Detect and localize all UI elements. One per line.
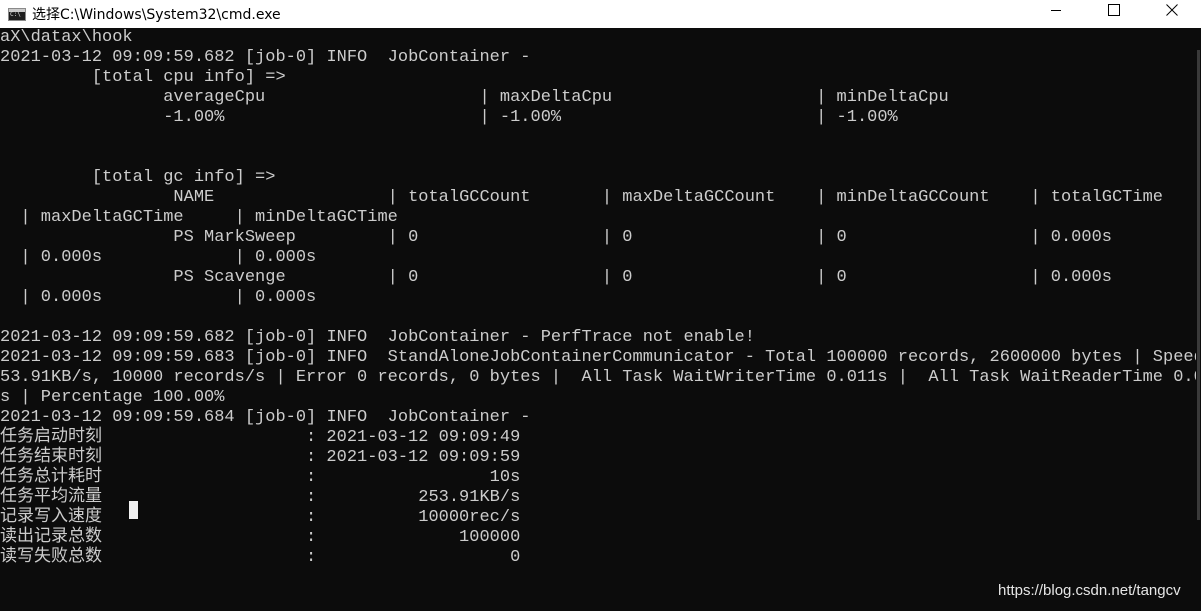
console-line: | maxDeltaGCTime | minDeltaGCTime <box>0 208 398 227</box>
close-button[interactable] <box>1143 0 1201 20</box>
minimize-button[interactable] <box>1027 0 1085 20</box>
console-line: 2021-03-12 09:09:59.682 [job-0] INFO Job… <box>0 328 755 347</box>
console-line: 任务启动时刻 : 2021-03-12 09:09:49 <box>0 428 521 447</box>
console-line: PS MarkSweep | 0 | 0 | 0 | 0.000s <box>0 228 1112 247</box>
console-line: -1.00% | -1.00% | -1.00% <box>0 108 898 127</box>
vertical-scrollbar[interactable] <box>1196 28 1201 611</box>
console-line: 2021-03-12 09:09:59.683 [job-0] INFO Sta… <box>0 348 1201 367</box>
console-line: 2021-03-12 09:09:59.682 [job-0] INFO Job… <box>0 48 531 67</box>
maximize-button[interactable] <box>1085 0 1143 20</box>
title-bar[interactable]: 选择C:\Windows\System32\cmd.exe <box>0 0 1201 28</box>
minimize-icon <box>1051 10 1061 11</box>
console-line: 读写失败总数 : 0 <box>0 548 521 567</box>
console-line: s | Percentage 100.00% <box>0 388 225 407</box>
caption-buttons <box>1027 0 1201 28</box>
console-line: averageCpu | maxDeltaCpu | minDeltaCpu <box>0 88 949 107</box>
console-line: 任务平均流量 : 253.91KB/s <box>0 488 521 507</box>
console-line: 53.91KB/s, 10000 records/s | Error 0 rec… <box>0 368 1201 387</box>
maximize-icon <box>1108 4 1120 16</box>
console-line: 任务总计耗时 : 10s <box>0 468 521 487</box>
console-line: PS Scavenge | 0 | 0 | 0 | 0.000s <box>0 268 1112 287</box>
cmd-app-icon[interactable] <box>8 7 26 21</box>
cmd-window: 选择C:\Windows\System32\cmd.exe aX\datax\h… <box>0 0 1201 611</box>
window-title: 选择C:\Windows\System32\cmd.exe <box>32 7 281 23</box>
console-line: [total gc info] => <box>0 168 276 187</box>
console-line: [total cpu info] => <box>0 68 286 87</box>
console-line: 2021-03-12 09:09:59.684 [job-0] INFO Job… <box>0 408 531 427</box>
text-cursor <box>129 501 138 519</box>
console-line: 记录写入速度 : 10000rec/s <box>0 508 521 527</box>
watermark: https://blog.csdn.net/tangcv <box>998 582 1181 599</box>
close-icon <box>1166 4 1178 16</box>
console-output[interactable]: aX\datax\hook 2021-03-12 09:09:59.682 [jo… <box>0 28 1201 611</box>
scrollbar-thumb[interactable] <box>1197 50 1200 520</box>
console-line: 任务结束时刻 : 2021-03-12 09:09:59 <box>0 448 521 467</box>
console-line: NAME | totalGCCount | maxDeltaGCCount | … <box>0 188 1163 207</box>
console-line: | 0.000s | 0.000s <box>0 288 317 307</box>
console-line: | 0.000s | 0.000s <box>0 248 317 267</box>
console-line: aX\datax\hook <box>0 28 133 47</box>
console-line: 读出记录总数 : 100000 <box>0 528 521 547</box>
